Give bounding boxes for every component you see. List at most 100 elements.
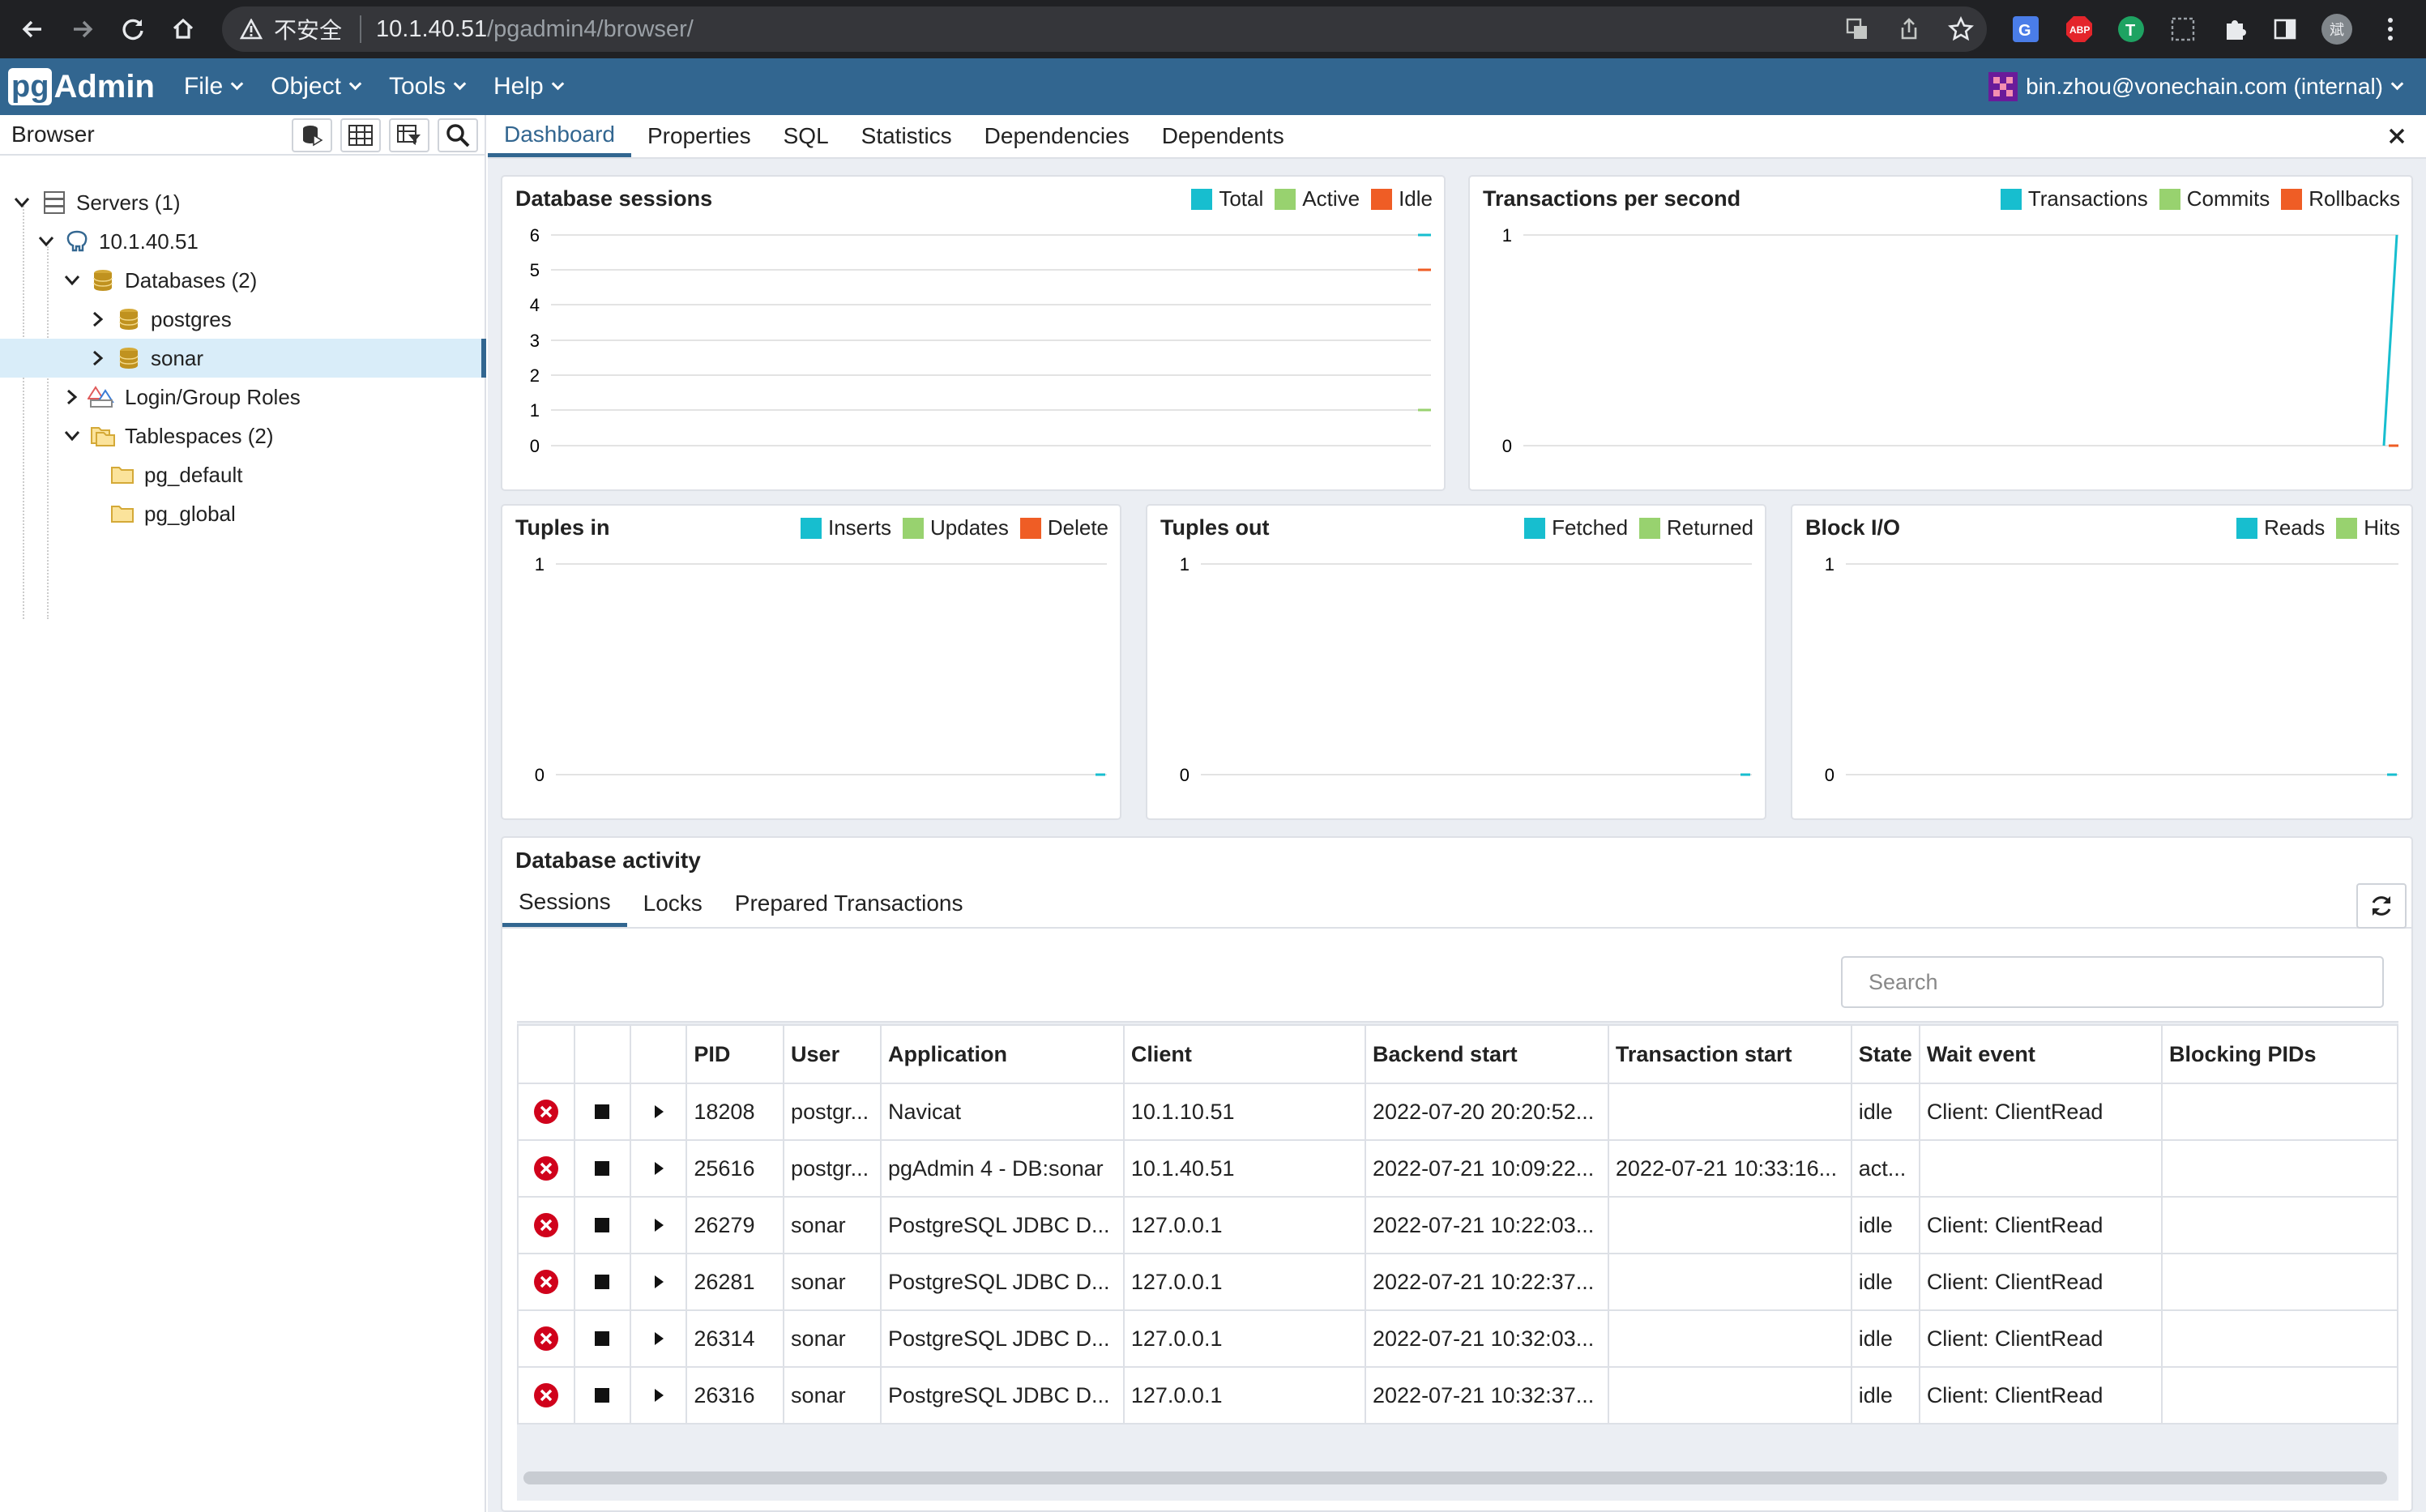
tree-item-tablespaces[interactable]: Tablespaces (2) (0, 416, 486, 455)
close-icon[interactable] (2381, 120, 2413, 152)
expand-row-icon[interactable] (632, 1312, 685, 1365)
chevron-right-icon[interactable] (86, 346, 110, 370)
chevron-down-icon[interactable] (60, 268, 84, 293)
horizontal-scrollbar[interactable] (523, 1471, 2387, 1484)
tree-item-login-group-roles[interactable]: Login/Group Roles (0, 378, 486, 416)
col-header-state[interactable]: State (1850, 1024, 1920, 1084)
reload-icon[interactable] (113, 10, 152, 49)
expand-row-icon[interactable] (632, 1369, 685, 1422)
tree-item-label: Servers (1) (76, 190, 181, 215)
col-header-backend-start[interactable]: Backend start (1365, 1024, 1609, 1084)
cell-application: PostgreSQL JDBC D... (879, 1196, 1125, 1254)
chevron-down-icon[interactable] (34, 229, 58, 254)
table-row[interactable]: 26281 sonar PostgreSQL JDBC D... 127.0.0.1 2… (517, 1253, 2398, 1311)
col-header-client[interactable]: Client (1122, 1024, 1367, 1084)
tree-item-servers[interactable]: Servers (1) (0, 183, 486, 222)
table-row[interactable]: 26279 sonar PostgreSQL JDBC D... 127.0.0.1 2… (517, 1196, 2398, 1254)
refresh-button[interactable] (2356, 883, 2407, 929)
home-icon[interactable] (164, 10, 203, 49)
user-menu[interactable]: bin.zhou@vonechain.com (internal) (1988, 58, 2404, 115)
tab-dependencies[interactable]: Dependencies (968, 115, 1146, 157)
chevron-right-icon[interactable] (86, 307, 110, 331)
menu-object[interactable]: Object (271, 73, 362, 100)
terminate-session-icon[interactable] (519, 1142, 573, 1195)
table-row[interactable]: 26316 sonar PostgreSQL JDBC D... 127.0.0.1 2… (517, 1366, 2398, 1424)
tree-item-tablespace-pg-global[interactable]: pg_global (0, 494, 486, 533)
table-row[interactable]: 26314 sonar PostgreSQL JDBC D... 127.0.0.1 2… (517, 1309, 2398, 1368)
tab-sessions[interactable]: Sessions (502, 880, 627, 927)
terminate-session-icon[interactable] (519, 1255, 573, 1309)
not-secure-indicator[interactable]: 不安全 (240, 13, 342, 45)
tab-sql[interactable]: SQL (767, 115, 845, 157)
menu-help[interactable]: Help (493, 73, 564, 100)
url-text[interactable]: 10.1.40.51/pgadmin4/browser/ (376, 16, 694, 43)
menu-tools[interactable]: Tools (389, 73, 467, 100)
expand-row-icon[interactable] (632, 1142, 685, 1195)
expand-row-icon[interactable] (632, 1085, 685, 1138)
tab-properties[interactable]: Properties (631, 115, 767, 157)
search-objects-button[interactable] (438, 118, 478, 152)
expand-row-icon[interactable] (632, 1198, 685, 1252)
table-row[interactable]: 25616 postgr... pgAdmin 4 - DB:sonar 10.1.4… (517, 1139, 2398, 1198)
terminate-session-icon[interactable] (519, 1312, 573, 1365)
address-bar[interactable]: 不安全 10.1.40.51/pgadmin4/browser/ (222, 6, 1987, 52)
browser-menu-icon[interactable] (2373, 11, 2408, 47)
cell-backend-start: 2022-07-21 10:22:03... (1365, 1196, 1609, 1254)
pgadmin-logo[interactable]: pg Admin (8, 66, 155, 107)
side-panel-icon[interactable] (2267, 11, 2303, 47)
chevron-right-icon[interactable] (60, 385, 84, 409)
tab-statistics[interactable]: Statistics (845, 115, 968, 157)
search-input[interactable] (1841, 956, 2384, 1008)
gitzip-extension-icon[interactable] (2165, 11, 2201, 47)
extensions-puzzle-icon[interactable] (2217, 11, 2253, 47)
tab-locks[interactable]: Locks (627, 880, 719, 927)
tree-item-database-postgres[interactable]: postgres (0, 300, 486, 339)
translate-icon[interactable] (1839, 11, 1875, 47)
cancel-query-icon[interactable] (576, 1369, 629, 1422)
chevron-down-icon[interactable] (60, 424, 84, 448)
tree-item-database-sonar[interactable]: sonar (0, 339, 486, 378)
sessions-table: PID User Application Client Backend star… (517, 1024, 2398, 1424)
expand-cell (629, 1196, 688, 1254)
tab-prepared-transactions[interactable]: Prepared Transactions (719, 880, 980, 927)
cancel-query-icon[interactable] (576, 1198, 629, 1252)
filtered-rows-button[interactable] (389, 118, 429, 152)
cell-pid: 26279 (686, 1196, 785, 1254)
cancel-query-icon[interactable] (576, 1142, 629, 1195)
back-icon[interactable] (13, 10, 52, 49)
tree-item-server[interactable]: 10.1.40.51 (0, 222, 486, 261)
cancel-query-icon[interactable] (576, 1255, 629, 1309)
table-row[interactable]: 18208 postgr... Navicat 10.1.10.51 2022-07-2… (517, 1083, 2398, 1141)
terminate-session-icon[interactable] (519, 1085, 573, 1138)
col-header-application[interactable]: Application (879, 1024, 1125, 1084)
share-icon[interactable] (1891, 11, 1927, 47)
col-header-blocking-pids[interactable]: Blocking PIDs (2161, 1024, 2398, 1084)
col-header-wait-event[interactable]: Wait event (1918, 1024, 2163, 1084)
cancel-cell (573, 1366, 632, 1424)
google-translate-extension-icon[interactable]: G (2008, 11, 2044, 47)
terminate-session-icon[interactable] (519, 1369, 573, 1422)
tree-item-tablespace-pg-default[interactable]: pg_default (0, 455, 486, 494)
col-header-transaction-start[interactable]: Transaction start (1607, 1024, 1852, 1084)
query-tool-button[interactable] (292, 118, 332, 152)
tab-dependents[interactable]: Dependents (1146, 115, 1301, 157)
cancel-query-icon[interactable] (576, 1312, 629, 1365)
tree-item-databases[interactable]: Databases (2) (0, 261, 486, 300)
col-header-user[interactable]: User (783, 1024, 882, 1084)
cancel-query-icon[interactable] (576, 1085, 629, 1138)
col-header-pid[interactable]: PID (686, 1024, 785, 1084)
menu-file[interactable]: File (184, 73, 244, 100)
profile-avatar[interactable]: 斌 (2319, 11, 2355, 47)
forward-icon[interactable] (63, 10, 102, 49)
adblock-plus-icon[interactable]: ABP (2061, 11, 2097, 47)
cell-application: PostgreSQL JDBC D... (879, 1309, 1125, 1368)
expand-row-icon[interactable] (632, 1255, 685, 1309)
cell-pid: 26281 (686, 1253, 785, 1311)
tab-dashboard[interactable]: Dashboard (488, 115, 631, 157)
cell-pid: 26316 (686, 1366, 785, 1424)
bookmark-star-icon[interactable] (1943, 11, 1979, 47)
view-data-button[interactable] (340, 118, 381, 152)
chevron-down-icon[interactable] (10, 190, 34, 215)
terminate-session-icon[interactable] (519, 1198, 573, 1252)
tampermonkey-extension-icon[interactable]: T (2113, 11, 2149, 47)
